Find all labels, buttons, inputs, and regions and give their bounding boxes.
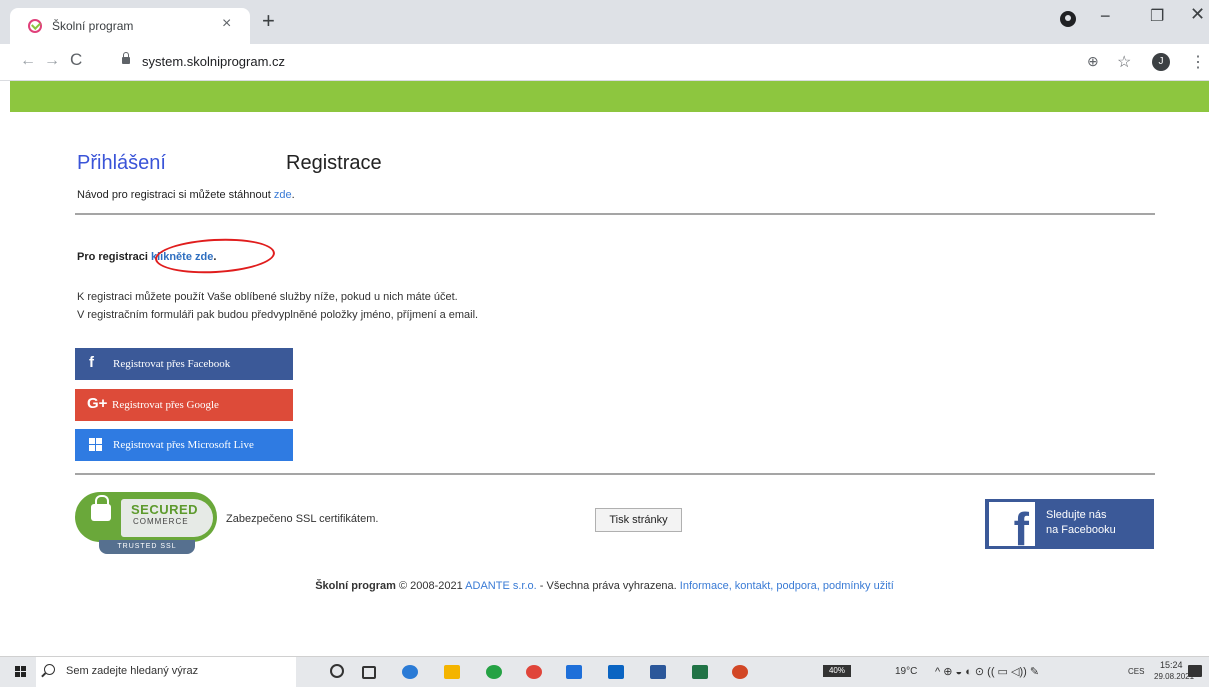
file-explorer-icon[interactable]	[444, 665, 460, 679]
windows-taskbar: Sem zadejte hledaný výraz 40% 19°C ^ ⊕ ◒…	[0, 656, 1209, 687]
address-bar[interactable]: system.skolniprogram.cz	[106, 49, 1106, 75]
browser-toolbar: ← → C system.skolniprogram.cz ⊕ ☆ J ⋮	[0, 44, 1209, 81]
tab-login[interactable]: Přihlášení	[77, 152, 166, 175]
info-text-line2: V registračním formuláři pak budou předv…	[77, 309, 479, 321]
register-microsoft-button[interactable]: Registrovat přes Microsoft Live	[75, 429, 293, 461]
mail-icon[interactable]	[566, 665, 582, 679]
system-tray-icons[interactable]: ^ ⊕ ◒ ◐ ⊙ (( ▭ ◁)) ✎	[935, 665, 1039, 678]
register-google-button[interactable]: G+ Registrovat přes Google	[75, 389, 293, 421]
notification-icon[interactable]	[1188, 665, 1202, 677]
whatsapp-icon[interactable]	[486, 665, 502, 679]
battery-indicator[interactable]: 40%	[823, 665, 851, 677]
url-text[interactable]: system.skolniprogram.cz	[142, 54, 285, 69]
tab-close-icon[interactable]: ×	[222, 15, 231, 33]
edge-icon[interactable]	[402, 665, 418, 679]
footer-company-link[interactable]: ADANTE s.r.o.	[465, 580, 537, 592]
site-favicon-icon	[28, 19, 42, 33]
register-google-label: Registrovat přes Google	[112, 399, 219, 411]
divider	[75, 473, 1155, 475]
print-page-button[interactable]: Tisk stránky	[595, 508, 682, 532]
footer-info-links[interactable]: Informace, kontakt, podpora, podmínky už…	[680, 580, 894, 592]
zoom-icon[interactable]: ⊕	[1087, 53, 1099, 70]
powerpoint-icon[interactable]	[732, 665, 748, 679]
site-header-bar	[10, 81, 1209, 112]
task-view-icon[interactable]	[362, 666, 376, 679]
facebook-icon: f	[89, 354, 94, 371]
profile-icon[interactable]	[1060, 11, 1076, 27]
register-facebook-label: Registrovat přes Facebook	[113, 358, 231, 370]
windows-icon	[89, 438, 103, 452]
outlook-icon[interactable]	[608, 665, 624, 679]
chrome-icon[interactable]	[526, 665, 542, 679]
reload-button[interactable]: C	[70, 50, 82, 70]
facebook-follow-button[interactable]: f Sledujte nás na Facebooku	[985, 499, 1154, 552]
padlock-icon	[91, 495, 111, 521]
ssl-secured-text: SECURED	[131, 502, 199, 517]
google-plus-icon: G+	[87, 395, 108, 412]
register-prompt-label: Pro registraci	[77, 251, 151, 263]
browser-menu-icon[interactable]: ⋮	[1190, 52, 1206, 72]
cortana-icon[interactable]	[330, 664, 344, 678]
minimize-button[interactable]: −	[1100, 6, 1111, 27]
lock-icon[interactable]	[122, 52, 130, 64]
guide-suffix: .	[291, 189, 295, 201]
weather-widget[interactable]: 19°C	[895, 666, 917, 677]
guide-download-link[interactable]: zde	[274, 189, 292, 201]
clock-time[interactable]: 15:24	[1160, 660, 1183, 670]
facebook-logo-letter: f	[1013, 503, 1029, 555]
ssl-certificate-text: Zabezpečeno SSL certifikátem.	[226, 513, 379, 525]
maximize-button[interactable]: ❐	[1150, 6, 1164, 26]
facebook-follow-line1: Sledujte nás	[1046, 509, 1107, 521]
footer-copyright: © 2008-2021	[395, 580, 466, 592]
ssl-badge: SECURED COMMERCE TRUSTED SSL	[75, 490, 220, 556]
page-footer: Školní program © 2008-2021 ADANTE s.r.o.…	[0, 580, 1209, 592]
register-microsoft-label: Registrovat přes Microsoft Live	[113, 439, 254, 451]
word-icon[interactable]	[650, 665, 666, 679]
tab-title: Školní program	[52, 19, 134, 33]
search-placeholder: Sem zadejte hledaný výraz	[66, 665, 199, 677]
language-indicator[interactable]: CES	[1128, 667, 1144, 676]
footer-brand: Školní program	[315, 580, 396, 592]
ssl-commerce-text: COMMERCE	[133, 517, 189, 526]
info-text-line1: K registraci můžete použít Vaše oblíbené…	[77, 291, 458, 303]
registration-guide-text: Návod pro registraci si můžete stáhnout …	[77, 189, 295, 201]
new-tab-button[interactable]: +	[262, 8, 275, 34]
divider	[75, 213, 1155, 215]
register-facebook-button[interactable]: f Registrovat přes Facebook	[75, 348, 293, 380]
browser-tab-bar: Školní program × + − ❐ ✕	[0, 0, 1209, 44]
guide-label: Návod pro registraci si můžete stáhnout	[77, 189, 274, 201]
browser-tab[interactable]: Školní program ×	[10, 8, 250, 44]
forward-button[interactable]: →	[44, 52, 60, 70]
tab-registration: Registrace	[286, 152, 382, 174]
bookmark-star-icon[interactable]: ☆	[1117, 52, 1131, 72]
back-button[interactable]: ←	[20, 52, 36, 70]
facebook-follow-line2: na Facebooku	[1046, 524, 1116, 536]
windows-start-icon[interactable]	[15, 666, 27, 678]
taskbar-search[interactable]: Sem zadejte hledaný výraz	[36, 657, 296, 687]
excel-icon[interactable]	[692, 665, 708, 679]
footer-rights: - Všechna práva vyhrazena.	[536, 580, 680, 592]
search-icon	[44, 664, 55, 675]
close-window-button[interactable]: ✕	[1190, 4, 1205, 25]
facebook-logo-icon: f	[989, 502, 1035, 552]
avatar[interactable]: J	[1152, 53, 1170, 71]
ssl-trusted-text: TRUSTED SSL	[99, 540, 195, 554]
